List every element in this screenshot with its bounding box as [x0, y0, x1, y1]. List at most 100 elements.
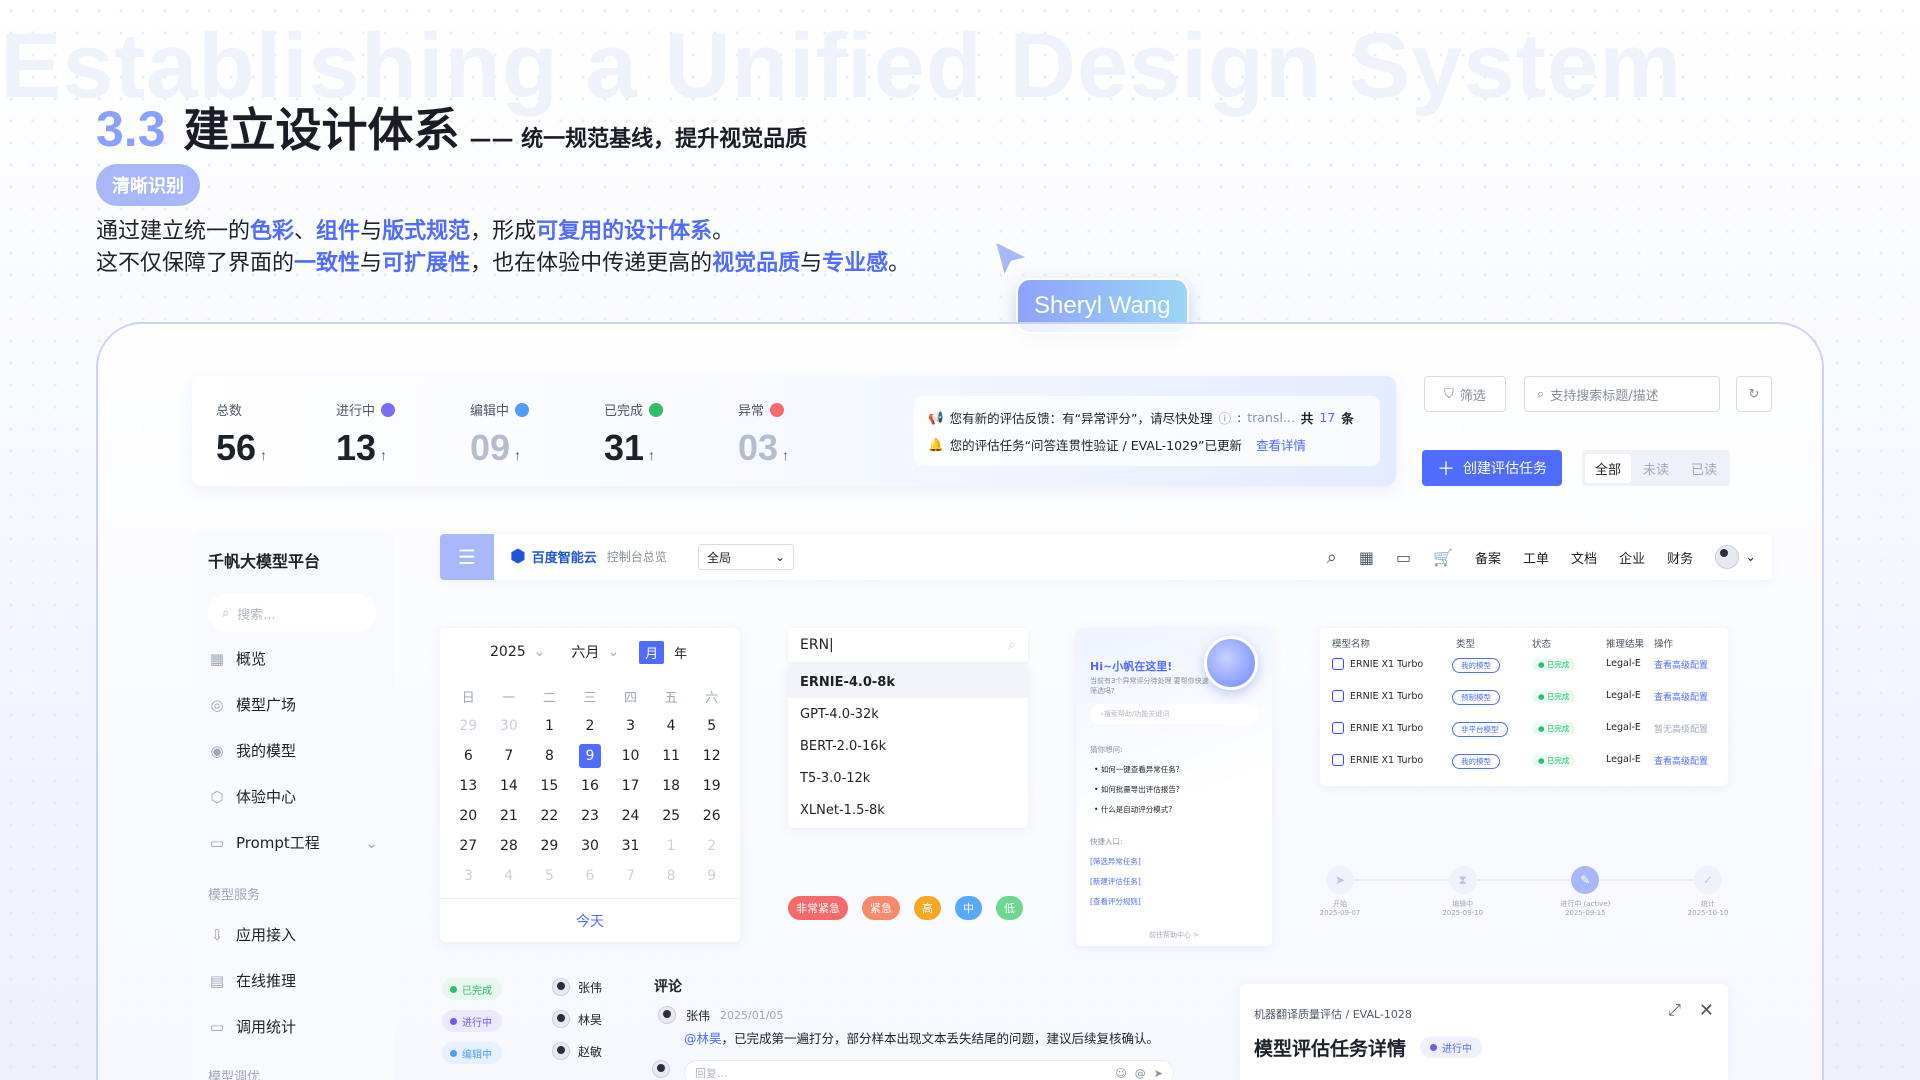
send-icon[interactable]: ➤	[1326, 866, 1354, 894]
send-icon[interactable]: ➤	[1154, 1067, 1163, 1080]
calendar-day[interactable]: 6	[570, 864, 611, 888]
month-select[interactable]: 六月 ⌄	[565, 640, 625, 664]
status-pill[interactable]: 进行中	[442, 1010, 502, 1032]
assistant-question[interactable]: • 如何批量导出评估报告?	[1094, 784, 1180, 795]
calendar-day[interactable]: 10	[610, 744, 651, 768]
calendar-day[interactable]: 23	[570, 804, 611, 828]
brand[interactable]: ⬢ 百度智能云 控制台总览	[510, 546, 667, 567]
calendar-day[interactable]: 12	[691, 744, 732, 768]
assistant-quick-link[interactable]: [新建评估任务]	[1090, 876, 1141, 887]
calendar-day[interactable]: 11	[651, 744, 692, 768]
assistant-question[interactable]: • 什么是自动评分模式?	[1094, 804, 1172, 815]
calendar-day[interactable]: 5	[529, 864, 570, 888]
calendar-day[interactable]: 28	[489, 834, 530, 858]
priority-tag[interactable]: 非常紧急	[788, 896, 848, 920]
create-task-button[interactable]: ＋ 创建评估任务	[1422, 450, 1562, 486]
autocomplete-option[interactable]: GPT-4.0-32k	[788, 698, 1028, 730]
calendar-day[interactable]: 22	[529, 804, 570, 828]
search-icon[interactable]: ⌕	[1327, 547, 1337, 568]
priority-tag[interactable]: 中	[955, 896, 982, 920]
topbar-link-ticket[interactable]: 工单	[1523, 548, 1549, 567]
sidebar-search[interactable]: ⌕ 搜索...	[208, 594, 376, 632]
notification-link[interactable]: transl...	[1247, 410, 1295, 425]
person-item[interactable]: 林昊	[552, 1010, 602, 1028]
topbar-link-enterprise[interactable]: 企业	[1619, 548, 1645, 567]
calendar-day[interactable]: 21	[489, 804, 530, 828]
sidebar-item-model-square[interactable]: ◎ 模型广场	[208, 694, 378, 715]
calendar-day[interactable]: 29	[448, 714, 489, 738]
calendar-day[interactable]: 29	[529, 834, 570, 858]
assistant-question[interactable]: • 如何一键查看异常任务?	[1094, 764, 1180, 775]
calendar-day[interactable]: 7	[610, 864, 651, 888]
calendar-day[interactable]: 8	[529, 744, 570, 768]
topbar-link-filing[interactable]: 备案	[1475, 548, 1501, 567]
calendar-day[interactable]: 16	[570, 774, 611, 798]
table-action-link[interactable]: 查看高级配置	[1654, 658, 1708, 671]
calendar-day[interactable]: 3	[448, 864, 489, 888]
calendar-day[interactable]: 20	[448, 804, 489, 828]
calendar-day[interactable]: 17	[610, 774, 651, 798]
status-pill[interactable]: 编辑中	[442, 1042, 502, 1064]
segment-unread[interactable]: 未读	[1633, 454, 1679, 483]
sidebar-item-app-access[interactable]: ⇩ 应用接入	[208, 924, 378, 945]
today-button[interactable]: 今天	[440, 898, 740, 942]
qr-code-icon[interactable]: ▦	[1359, 548, 1374, 567]
calendar-day[interactable]: 19	[691, 774, 732, 798]
topbar-link-finance[interactable]: 财务	[1667, 548, 1693, 567]
calendar-day[interactable]: 1	[651, 834, 692, 858]
calendar-day[interactable]: 25	[651, 804, 692, 828]
topbar-link-docs[interactable]: 文档	[1571, 548, 1597, 567]
cart-icon[interactable]: 🛒	[1433, 548, 1453, 567]
user-menu[interactable]: ⌄	[1715, 545, 1756, 569]
region-select[interactable]: 全局 ⌄	[698, 544, 794, 570]
calendar-day[interactable]: 6	[448, 744, 489, 768]
sidebar-item-call-stats[interactable]: ▭ 调用统计	[208, 1016, 378, 1037]
notification-row[interactable]: 📢 您有新的评估反馈：有“异常评分”，请尽快处理 ⓘ : transl... 共…	[928, 404, 1366, 431]
filter-button[interactable]: ⛉ 筛选	[1424, 376, 1506, 412]
close-icon[interactable]: ✕	[1699, 1000, 1714, 1021]
table-action-link[interactable]: 查看高级配置	[1654, 754, 1708, 767]
segment-all[interactable]: 全部	[1585, 453, 1632, 483]
notification-row[interactable]: 🔔 您的评估任务“问答连贯性验证 / EVAL-1029”已更新 查看详情	[928, 431, 1366, 458]
calendar-day[interactable]: 15	[529, 774, 570, 798]
reply-input[interactable]: 回复... ☺ @ ➤	[684, 1060, 1174, 1080]
at-icon[interactable]: @	[1135, 1067, 1146, 1080]
calendar-day[interactable]: 1	[529, 714, 570, 738]
search-input[interactable]: ⌕ 支持搜索标题/描述	[1524, 376, 1720, 412]
check-icon[interactable]: ✓	[1694, 866, 1722, 894]
view-details-link[interactable]: 查看详情	[1256, 435, 1306, 454]
expand-icon[interactable]: ⤢	[1668, 1000, 1681, 1021]
calendar-day[interactable]: 4	[651, 714, 692, 738]
calendar-day[interactable]: 2	[570, 714, 611, 738]
calendar-day[interactable]: 31	[610, 834, 651, 858]
calendar-day[interactable]: 8	[651, 864, 692, 888]
help-center-link[interactable]: 前往帮助中心 >	[1076, 930, 1272, 940]
menu-button[interactable]: ☰	[440, 534, 494, 580]
calendar-day[interactable]: 9	[578, 744, 602, 768]
hourglass-icon[interactable]: ⧗	[1448, 866, 1477, 894]
autocomplete-option[interactable]: BERT-2.0-16k	[788, 730, 1028, 762]
year-select[interactable]: 2025 ⌄	[484, 642, 551, 662]
calendar-day[interactable]: 27	[448, 834, 489, 858]
mode-month[interactable]: 月	[639, 640, 665, 664]
calendar-day[interactable]: 18	[651, 774, 692, 798]
calendar-day[interactable]: 26	[691, 804, 732, 828]
table-action-link[interactable]: 查看高级配置	[1654, 690, 1708, 703]
model-autocomplete-input[interactable]: ERN| ⌕	[788, 628, 1028, 662]
refresh-button[interactable]: ↻	[1736, 376, 1772, 412]
autocomplete-option[interactable]: T5-3.0-12k	[788, 762, 1028, 794]
status-pill[interactable]: 已完成	[442, 978, 502, 1000]
calendar-day[interactable]: 2	[691, 834, 732, 858]
person-item[interactable]: 赵敏	[552, 1042, 602, 1060]
priority-tag[interactable]: 低	[996, 896, 1023, 920]
calendar-day[interactable]: 30	[570, 834, 611, 858]
calendar-day[interactable]: 3	[610, 714, 651, 738]
calendar-day[interactable]: 24	[610, 804, 651, 828]
mode-year[interactable]: 年	[668, 641, 693, 664]
priority-tag[interactable]: 高	[914, 896, 941, 920]
autocomplete-option[interactable]: ERNIE-4.0-8k	[788, 666, 1028, 698]
comment-mention[interactable]: @林昊	[684, 1031, 722, 1046]
calendar-day[interactable]: 30	[489, 714, 530, 738]
segment-read[interactable]: 已读	[1681, 454, 1727, 483]
emoji-icon[interactable]: ☺	[1115, 1067, 1126, 1080]
